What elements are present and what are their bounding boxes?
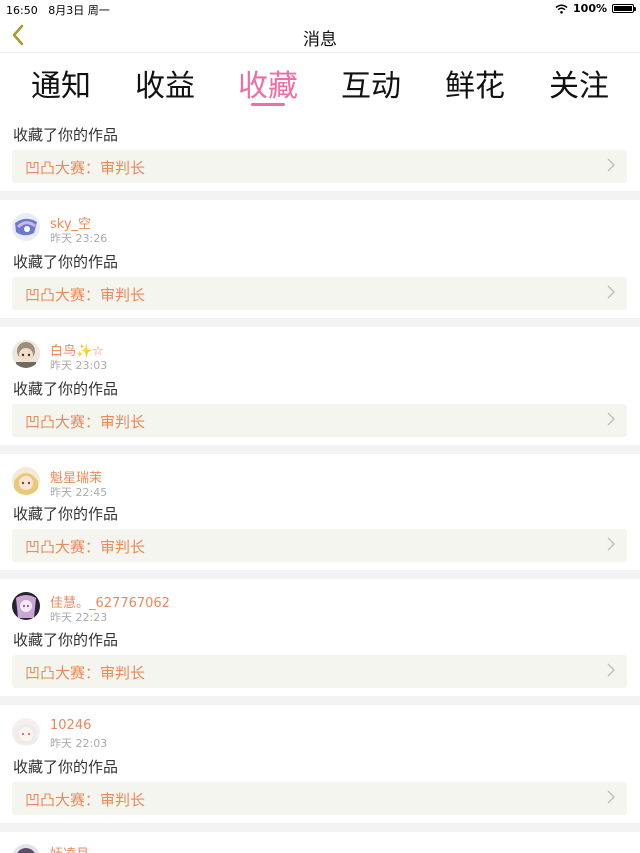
avatar[interactable] [12,340,40,368]
work-title: 凹凸大赛：审判长 [25,538,146,556]
avatar-image [12,213,40,241]
nav-header: 消息 [0,18,640,53]
work-title: 凹凸大赛：审判长 [25,286,146,304]
wifi-icon [555,4,568,14]
tab-earnings[interactable]: 收益 [135,61,195,105]
chevron-right-icon [607,285,615,299]
list-item: 魁星瑞茉 昨天 22:45 收藏了你的作品 凹凸大赛：审判长 [0,454,640,570]
list-item: 佳慧。_627767062 昨天 22:23 收藏了你的作品 凹凸大赛：审判长 [0,579,640,696]
work-title: 凹凸大赛：审判长 [25,664,146,682]
divider [0,696,640,705]
tab-follows[interactable]: 关注 [549,61,609,105]
action-text: 收藏了你的作品 [13,758,119,776]
tab-favorites[interactable]: 收藏 [238,61,298,105]
status-right: 100% [555,2,636,15]
chevron-right-icon [607,663,615,677]
work-link[interactable]: 凹凸大赛：审判长 [12,150,627,183]
divider [0,823,640,832]
timestamp: 昨天 22:23 [50,611,108,624]
divider [0,570,640,579]
status-date: 8月3日 周一 [48,4,110,17]
divider [0,191,640,200]
avatar-image [12,844,40,853]
work-link[interactable]: 凹凸大赛：审判长 [12,529,627,562]
work-title: 凹凸大赛：审判长 [25,159,146,177]
avatar-image [12,340,40,368]
chevron-right-icon [607,412,615,426]
page-title: 消息 [303,30,337,50]
action-text: 收藏了你的作品 [13,253,119,271]
chevron-right-icon [607,790,615,804]
timestamp: 昨天 22:45 [50,486,108,499]
list-item: 10246 昨天 22:03 收藏了你的作品 凹凸大赛：审判长 [0,705,640,823]
chevron-right-icon [607,537,615,551]
status-bar: 16:50 8月3日 周一 100% [0,0,640,18]
list-item: 白鸟✨☆ 昨天 23:03 收藏了你的作品 凹凸大赛：审判长 [0,327,640,445]
avatar-image [12,592,40,620]
username[interactable]: 10246 [50,718,91,733]
avatar[interactable] [12,844,40,853]
tab-flowers[interactable]: 鲜花 [445,61,505,105]
list-item: sky_空 昨天 23:26 收藏了你的作品 凹凸大赛：审判长 [0,200,640,318]
battery-percent: 100% [573,2,607,15]
battery-icon [612,4,636,13]
list-item: 妩凌月 [0,832,640,853]
avatar[interactable] [12,592,40,620]
timestamp: 昨天 23:26 [50,232,108,245]
tab-notice[interactable]: 通知 [31,61,91,105]
timestamp: 昨天 23:03 [50,359,108,372]
action-text: 收藏了你的作品 [13,505,119,523]
action-text: 收藏了你的作品 [13,126,119,144]
avatar-image [12,718,40,746]
avatar[interactable] [12,467,40,495]
active-tab-indicator [251,103,285,106]
status-time: 16:50 [6,4,38,17]
work-link[interactable]: 凹凸大赛：审判长 [12,404,627,437]
status-time-date: 16:50 8月3日 周一 [6,2,110,18]
favorites-list[interactable]: 收藏了你的作品 凹凸大赛：审判长 sky_空 昨天 23:26 收藏了你的作品 … [0,109,640,853]
list-item: 收藏了你的作品 凹凸大赛：审判长 [0,109,640,191]
work-title: 凹凸大赛：审判长 [25,791,146,809]
username[interactable]: 妩凌月 [50,843,89,853]
avatar[interactable] [12,718,40,746]
chevron-right-icon [607,158,615,172]
avatar-image [12,467,40,495]
work-title: 凹凸大赛：审判长 [25,413,146,431]
timestamp: 昨天 22:03 [50,737,108,750]
work-link[interactable]: 凹凸大赛：审判长 [12,782,627,815]
work-link[interactable]: 凹凸大赛：审判长 [12,655,627,688]
action-text: 收藏了你的作品 [13,631,119,649]
divider [0,318,640,327]
tab-interactions[interactable]: 互动 [341,61,401,105]
avatar[interactable] [12,213,40,241]
action-text: 收藏了你的作品 [13,380,119,398]
work-link[interactable]: 凹凸大赛：审判长 [12,277,627,310]
tab-bar: 通知 收益 收藏 互动 鲜花 关注 [0,53,640,109]
divider [0,445,640,454]
